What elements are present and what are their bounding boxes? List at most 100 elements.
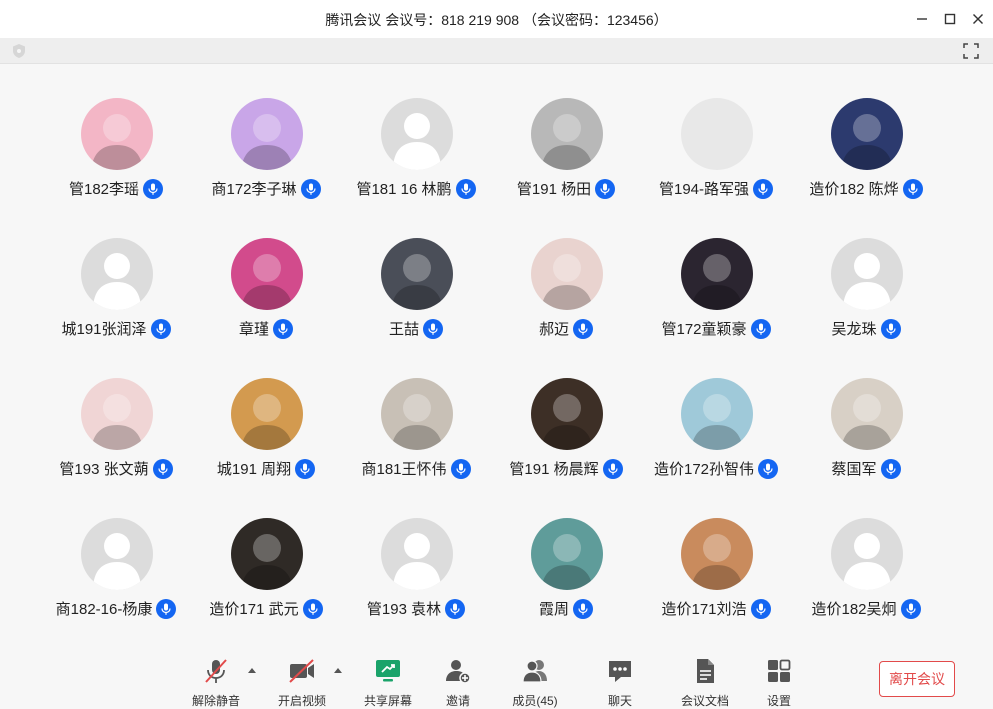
settings-label: 设置 — [766, 694, 791, 708]
participant-tile[interactable]: 造价182 陈烨 — [791, 64, 941, 199]
avatar — [681, 378, 753, 450]
video-options-caret-icon[interactable] — [333, 666, 343, 674]
members-button[interactable]: 成员(45) — [500, 656, 570, 708]
mic-status-icon — [880, 318, 901, 339]
participant-name: 商172李子琳 — [211, 181, 297, 198]
mic-status-icon — [573, 598, 593, 619]
participant-tile[interactable]: 吴龙珠 — [791, 204, 941, 339]
photo-avatar-icon — [681, 238, 753, 310]
leave-meeting-button[interactable]: 离开会议 — [879, 661, 955, 697]
photo-avatar-icon — [231, 518, 303, 590]
participant-tile[interactable]: 商181王怀伟 — [341, 344, 491, 479]
participant-name: 吴龙珠 — [831, 321, 877, 338]
participant-tile[interactable]: 造价172孙智伟 — [641, 344, 791, 479]
participant-tile[interactable]: 管194-路军强 — [641, 64, 791, 199]
shield-icon[interactable] — [11, 43, 27, 59]
participant-tile[interactable]: 管181 16 林鹏 — [341, 64, 491, 199]
participant-tile[interactable]: 城191张润泽 — [41, 204, 191, 339]
participant-name: 管172童颖豪 — [661, 321, 747, 338]
share-screen-button[interactable]: 共享屏幕 — [353, 656, 423, 708]
default-avatar-icon — [81, 518, 153, 590]
photo-avatar-icon — [81, 378, 153, 450]
participant-name: 管193 袁林 — [366, 601, 442, 618]
minimize-button[interactable] — [911, 8, 933, 30]
photo-avatar-icon — [381, 378, 453, 450]
participant-tile[interactable]: 造价182吴炯 — [791, 484, 941, 619]
participant-name: 霞周 — [538, 601, 569, 618]
avatar — [831, 518, 903, 590]
photo-avatar-icon — [531, 378, 603, 450]
share-screen-label: 共享屏幕 — [363, 694, 412, 708]
meeting-docs-button[interactable]: 会议文档 — [670, 656, 740, 708]
default-avatar-icon — [381, 518, 453, 590]
mic-status-icon — [902, 178, 923, 199]
maximize-button[interactable] — [939, 8, 961, 30]
participant-name: 管191 杨田 — [516, 181, 592, 198]
photo-avatar-icon — [81, 98, 153, 170]
photo-avatar-icon — [231, 378, 303, 450]
blank-avatar-icon — [681, 98, 753, 170]
share-screen-icon — [376, 660, 400, 682]
participant-tile[interactable]: 管182李瑶 — [41, 64, 191, 199]
close-button[interactable] — [967, 8, 989, 30]
avatar — [531, 518, 603, 590]
title-bar: 腾讯会议 会议号：818 219 908 （会议密码：123456） — [0, 0, 993, 38]
participant-name: 城191 周翔 — [216, 461, 292, 478]
start-video-button[interactable]: 开启视频 — [267, 656, 337, 708]
mic-status-icon — [573, 318, 593, 339]
avatar — [531, 98, 603, 170]
photo-avatar-icon — [231, 98, 303, 170]
participant-tile[interactable]: 商182-16-杨康 — [41, 484, 191, 619]
default-avatar-icon — [81, 238, 153, 310]
participant-tile[interactable]: 管193 袁林 — [341, 484, 491, 619]
participant-tile[interactable]: 章瑾 — [191, 204, 341, 339]
fullscreen-icon[interactable] — [963, 43, 979, 59]
unmute-button[interactable]: 解除静音 — [181, 656, 251, 708]
chat-icon — [609, 661, 631, 682]
participant-name: 城191张润泽 — [61, 321, 147, 338]
document-icon — [697, 659, 714, 683]
participant-tile[interactable]: 管191 杨晨辉 — [491, 344, 641, 479]
avatar — [681, 238, 753, 310]
participant-name: 管182李瑶 — [68, 181, 140, 198]
participant-tile[interactable]: 管193 张文蒴 — [41, 344, 191, 479]
photo-avatar-icon — [681, 378, 753, 450]
muted-mic-icon — [205, 659, 227, 683]
participant-tile[interactable]: 霞周 — [491, 484, 641, 619]
participant-name: 管193 张文蒴 — [59, 461, 149, 478]
avatar — [831, 98, 903, 170]
participant-name-line: 蔡国军 — [751, 458, 981, 479]
participant-name-line: 造价182吴炯 — [751, 598, 981, 619]
avatar — [231, 518, 303, 590]
mic-status-icon — [423, 318, 443, 339]
avatar — [81, 98, 153, 170]
meeting-info-bar — [0, 38, 993, 64]
mic-status-icon — [880, 458, 901, 479]
avatar — [231, 378, 303, 450]
window-title: 腾讯会议 会议号：818 219 908 （会议密码：123456） — [325, 12, 668, 28]
photo-avatar-icon — [231, 238, 303, 310]
participant-name-line: 造价182 陈烨 — [751, 178, 981, 199]
default-avatar-icon — [831, 518, 903, 590]
avatar — [81, 518, 153, 590]
default-avatar-icon — [381, 98, 453, 170]
participant-tile[interactable]: 管191 杨田 — [491, 64, 641, 199]
avatar — [681, 518, 753, 590]
participant-tile[interactable]: 商172李子琳 — [191, 64, 341, 199]
participant-tile[interactable]: 王喆 — [341, 204, 491, 339]
settings-button[interactable]: 设置 — [744, 656, 814, 708]
participant-tile[interactable]: 造价171刘浩 — [641, 484, 791, 619]
participant-tile[interactable]: 管172童颖豪 — [641, 204, 791, 339]
participant-tile[interactable]: 造价171 武元 — [191, 484, 341, 619]
members-label: 成员(45) — [512, 694, 558, 708]
invite-button[interactable]: 邀请 — [423, 656, 493, 708]
photo-avatar-icon — [381, 238, 453, 310]
participant-tile[interactable]: 郝迈 — [491, 204, 641, 339]
chat-button[interactable]: 聊天 — [585, 656, 655, 708]
participant-tile[interactable]: 蔡国军 — [791, 344, 941, 479]
participant-tile[interactable]: 城191 周翔 — [191, 344, 341, 479]
participant-name: 蔡国军 — [831, 461, 877, 478]
participant-name-line: 吴龙珠 — [751, 318, 981, 339]
avatar — [831, 238, 903, 310]
audio-options-caret-icon[interactable] — [247, 666, 257, 674]
